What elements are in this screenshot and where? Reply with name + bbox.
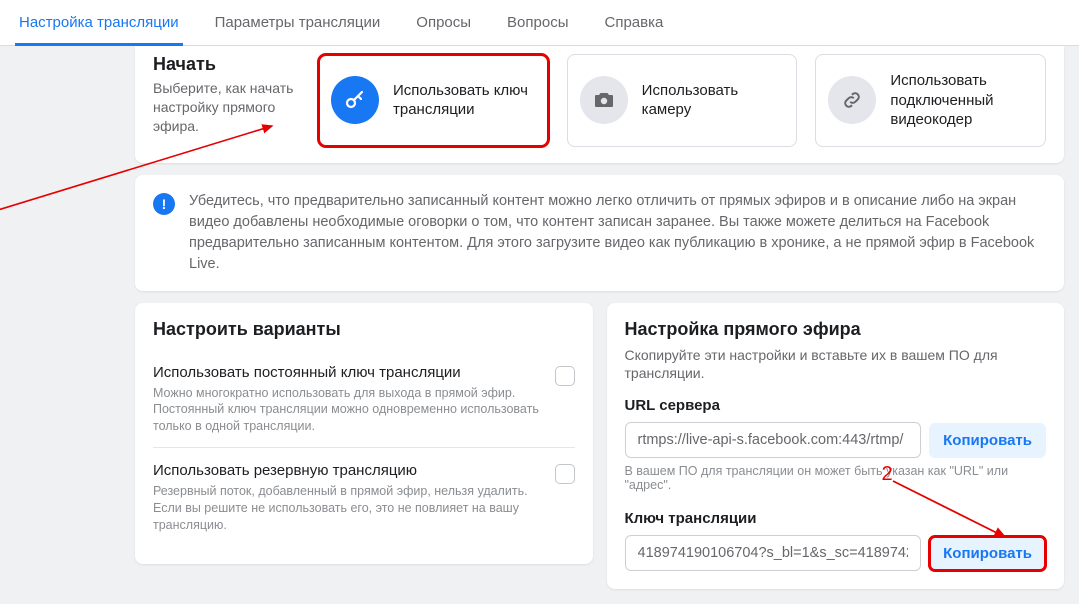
persistent-key-checkbox[interactable] xyxy=(555,366,575,386)
configure-title: Настроить варианты xyxy=(153,319,575,340)
option-stream-key[interactable]: Использовать ключ трансляции xyxy=(318,54,549,147)
camera-icon xyxy=(580,76,628,124)
configure-card: Настроить варианты Использовать постоянн… xyxy=(135,303,593,564)
option-camera[interactable]: Использовать камеру xyxy=(567,54,798,147)
option-camera-label: Использовать камеру xyxy=(642,81,785,120)
server-url-hint: В вашем ПО для трансляции он может быть … xyxy=(625,464,1047,492)
start-card: Начать Выберите, как начать настройку пр… xyxy=(135,46,1064,163)
persistent-key-row: Использовать постоянный ключ трансляции … xyxy=(153,356,575,448)
info-icon: ! xyxy=(153,193,175,215)
copy-stream-key-button[interactable]: Копировать xyxy=(929,536,1046,571)
tab-stream-params[interactable]: Параметры трансляции xyxy=(211,0,385,45)
info-text: Убедитесь, что предварительно записанный… xyxy=(189,191,1046,275)
tab-polls[interactable]: Опросы xyxy=(412,0,475,45)
info-card: ! Убедитесь, что предварительно записанн… xyxy=(135,175,1064,291)
stream-key-label: Ключ трансляции xyxy=(625,510,1047,527)
server-url-label: URL сервера xyxy=(625,397,1047,414)
tab-questions[interactable]: Вопросы xyxy=(503,0,572,45)
tab-help[interactable]: Справка xyxy=(600,0,667,45)
persistent-key-title: Использовать постоянный ключ трансляции xyxy=(153,364,545,381)
key-icon xyxy=(331,76,379,124)
start-title: Начать xyxy=(153,54,298,75)
option-encoder-label: Использовать подключенный видеокодер xyxy=(890,71,1033,130)
option-encoder[interactable]: Использовать подключенный видеокодер xyxy=(815,54,1046,147)
tab-stream-setup[interactable]: Настройка трансляции xyxy=(15,0,183,45)
backup-stream-row: Использовать резервную трансляцию Резерв… xyxy=(153,447,575,546)
backup-stream-checkbox[interactable] xyxy=(555,464,575,484)
backup-stream-desc: Резервный поток, добавленный в прямой эф… xyxy=(153,483,545,534)
start-subtitle: Выберите, как начать настройку прямого э… xyxy=(153,79,298,136)
backup-stream-title: Использовать резервную трансляцию xyxy=(153,462,545,479)
live-setup-title: Настройка прямого эфира xyxy=(625,319,1047,340)
link-icon xyxy=(828,76,876,124)
live-setup-card: Настройка прямого эфира Скопируйте эти н… xyxy=(607,303,1065,590)
server-url-input[interactable] xyxy=(625,422,922,458)
copy-server-url-button[interactable]: Копировать xyxy=(929,423,1046,458)
live-setup-subtitle: Скопируйте эти настройки и вставьте их в… xyxy=(625,346,1047,384)
tabs-bar: Настройка трансляции Параметры трансляци… xyxy=(0,0,1079,46)
callout-2: 2 xyxy=(882,463,893,486)
option-stream-key-label: Использовать ключ трансляции xyxy=(393,81,536,120)
persistent-key-desc: Можно многократно использовать для выход… xyxy=(153,385,545,436)
stream-key-input[interactable] xyxy=(625,535,922,571)
